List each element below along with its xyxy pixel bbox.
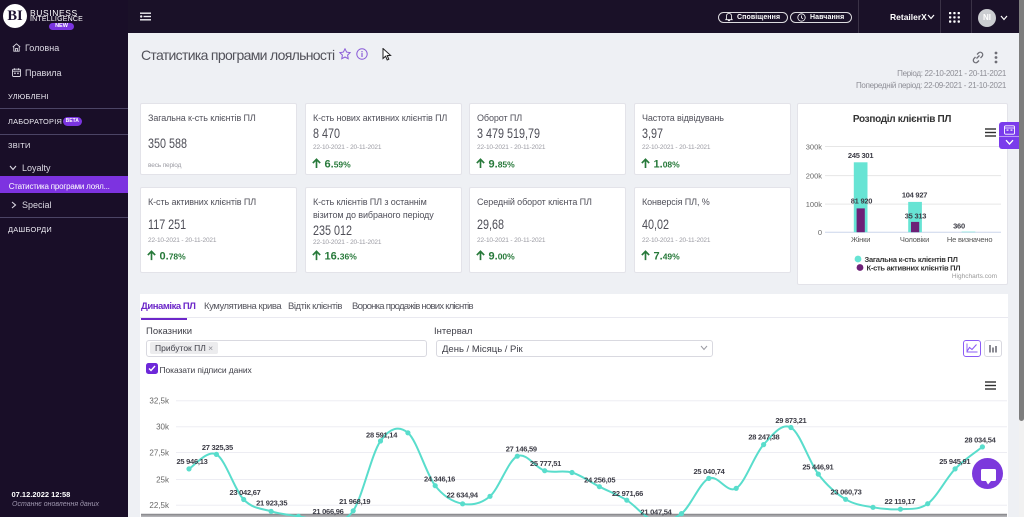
- svg-text:25 945,91: 25 945,91: [939, 457, 970, 466]
- svg-text:28 591,14: 28 591,14: [366, 430, 398, 439]
- svg-text:104 927: 104 927: [902, 191, 927, 200]
- svg-text:25 946,13: 25 946,13: [176, 457, 207, 466]
- svg-text:24 256,05: 24 256,05: [584, 476, 615, 485]
- svg-text:25 777,51: 25 777,51: [530, 459, 561, 468]
- svg-text:32,5k: 32,5k: [149, 397, 170, 406]
- svg-text:Не визначено: Не визначено: [947, 235, 992, 244]
- svg-text:22 119,17: 22 119,17: [885, 497, 916, 506]
- svg-text:25 040,74: 25 040,74: [693, 467, 725, 476]
- svg-text:22,5k: 22,5k: [149, 501, 170, 510]
- svg-text:21 066,96: 21 066,96: [312, 507, 343, 516]
- svg-text:200k: 200k: [806, 172, 823, 181]
- svg-text:23 042,67: 23 042,67: [229, 488, 260, 497]
- svg-text:21 968,19: 21 968,19: [339, 497, 370, 506]
- svg-text:30k: 30k: [156, 423, 170, 432]
- svg-text:360: 360: [953, 222, 965, 231]
- svg-text:21 923,35: 21 923,35: [256, 499, 287, 508]
- svg-text:25k: 25k: [156, 476, 170, 485]
- svg-text:300k: 300k: [806, 143, 823, 152]
- svg-text:28 247,38: 28 247,38: [748, 433, 779, 442]
- svg-text:24 346,16: 24 346,16: [424, 475, 455, 484]
- svg-text:81 920: 81 920: [851, 196, 873, 205]
- svg-text:Highcharts.com: Highcharts.com: [952, 273, 997, 280]
- svg-text:0: 0: [818, 228, 822, 237]
- svg-text:29 873,21: 29 873,21: [775, 416, 806, 425]
- svg-text:25 446,91: 25 446,91: [802, 463, 833, 472]
- svg-text:27 325,35: 27 325,35: [202, 443, 233, 452]
- svg-text:22 634,94: 22 634,94: [447, 491, 479, 500]
- svg-text:28 034,54: 28 034,54: [964, 436, 996, 445]
- svg-text:27 146,59: 27 146,59: [506, 445, 537, 454]
- svg-text:27,5k: 27,5k: [149, 449, 170, 458]
- svg-text:23 060,73: 23 060,73: [830, 487, 861, 496]
- svg-text:Жінки: Жінки: [851, 235, 870, 244]
- svg-text:Чоловіки: Чоловіки: [900, 235, 929, 244]
- svg-text:22 971,66: 22 971,66: [612, 489, 643, 498]
- svg-text:21 047,54: 21 047,54: [640, 508, 672, 517]
- svg-text:Розподіл клієнтів ПЛ: Розподіл клієнтів ПЛ: [853, 114, 952, 125]
- svg-text:100k: 100k: [806, 200, 823, 209]
- svg-text:245 301: 245 301: [848, 151, 873, 160]
- svg-text:35 313: 35 313: [905, 212, 927, 221]
- svg-text:К-сть активних клієнтів ПЛ: К-сть активних клієнтів ПЛ: [867, 264, 961, 273]
